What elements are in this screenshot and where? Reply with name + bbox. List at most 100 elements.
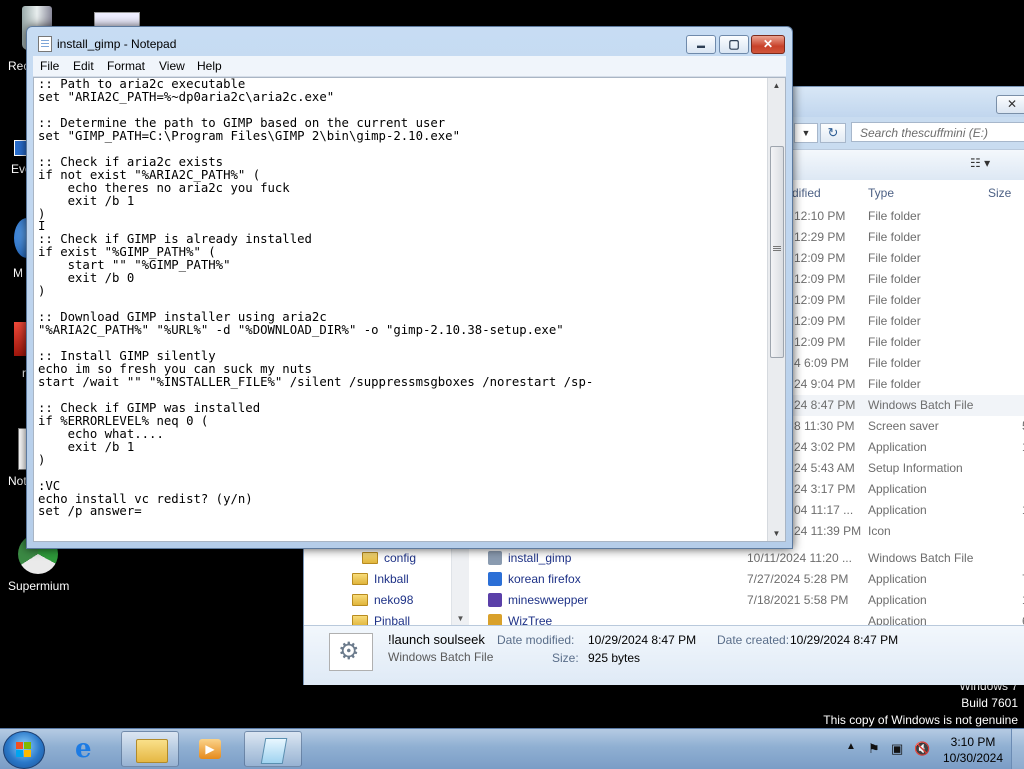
- file-date-modified: 4 6:09 PM: [794, 356, 849, 370]
- details-pane: ⚙ !launch soulseek Windows Batch File Da…: [304, 625, 1024, 685]
- menu-view[interactable]: View: [159, 56, 185, 76]
- text-editor[interactable]: :: Path to aria2c executable set "ARIA2C…: [33, 77, 786, 542]
- nav-item-config[interactable]: config: [362, 548, 416, 568]
- nav-item-neko98[interactable]: neko98: [352, 590, 413, 610]
- show-desktop-button[interactable]: [1011, 729, 1024, 769]
- details-modified-value: 10/29/2024 8:47 PM: [588, 633, 697, 647]
- scroll-up-icon[interactable]: ▲: [768, 81, 785, 90]
- scroll-down-icon[interactable]: ▼: [768, 529, 785, 538]
- file-type: File folder: [868, 230, 921, 244]
- media-player-icon: ▶: [199, 739, 221, 759]
- notepad-window[interactable]: install_gimp - Notepad ▬ ▢ ✕ File Edit F…: [26, 26, 793, 549]
- menu-format[interactable]: Format: [107, 56, 145, 76]
- file-date-modified: 7/18/2021 5:58 PM: [747, 593, 849, 607]
- taskbar: e ▶ ▲ ⚑ ▣ 🔇 3:10 PM 10/30/2024: [0, 728, 1024, 769]
- file-type: File folder: [868, 272, 921, 286]
- file-name: korean firefox: [488, 569, 581, 590]
- column-header-type[interactable]: Type: [868, 180, 894, 206]
- network-icon[interactable]: ▣: [891, 741, 903, 757]
- windows-watermark-build: Build 7601: [961, 696, 1018, 710]
- desktop-icon-label: Supermium: [8, 579, 70, 593]
- file-type: Application: [868, 482, 927, 496]
- start-button[interactable]: [3, 731, 45, 769]
- system-clock[interactable]: 3:10 PM 10/30/2024: [938, 734, 1008, 766]
- file-row[interactable]: install_gimp 10/11/2024 11:20 ... Windows …: [470, 548, 1024, 569]
- explorer-close-button[interactable]: ✕: [996, 95, 1024, 114]
- refresh-button[interactable]: ↻: [820, 123, 846, 143]
- details-file-type: Windows Batch File: [388, 650, 494, 664]
- editor-text[interactable]: :: Path to aria2c executable set "ARIA2C…: [38, 78, 593, 518]
- view-options-icon: ☷ ▾: [970, 156, 991, 170]
- window-title: install_gimp - Notepad: [57, 37, 177, 51]
- file-type: Screen saver: [868, 419, 939, 433]
- file-type: Application: [868, 593, 927, 607]
- address-history-dropdown[interactable]: ▼: [794, 123, 818, 143]
- taskbar-internet-explorer[interactable]: e: [60, 731, 118, 767]
- details-file-name: !launch soulseek: [388, 632, 485, 647]
- editor-vertical-scrollbar[interactable]: ▲ ▼: [767, 78, 785, 541]
- file-date-modified: 8 11:30 PM: [794, 419, 855, 433]
- file-type: File folder: [868, 377, 921, 391]
- menu-help[interactable]: Help: [197, 56, 222, 76]
- grip-icon: [773, 246, 781, 252]
- file-type: File folder: [868, 293, 921, 307]
- scroll-down-icon[interactable]: ▼: [452, 614, 469, 623]
- file-date-modified: 12:09 PM: [794, 251, 846, 265]
- scrollbar-thumb[interactable]: [770, 146, 784, 358]
- taskbar-notepad[interactable]: [244, 731, 302, 767]
- file-date-modified: 24 3:17 PM: [794, 482, 856, 496]
- file-type: File folder: [868, 251, 921, 265]
- folder-icon: [136, 739, 168, 763]
- action-center-flag-icon[interactable]: ⚑: [868, 741, 880, 757]
- details-modified-label: Date modified:: [497, 633, 575, 647]
- change-view-button[interactable]: ☷ ▾: [970, 156, 1014, 174]
- nav-item-inkball[interactable]: Inkball: [352, 569, 409, 589]
- batch-file-large-icon: ⚙: [329, 633, 373, 671]
- file-name: mineswwepper: [488, 590, 588, 611]
- file-date-modified: 24 8:47 PM: [794, 398, 856, 412]
- file-date-modified: 04 11:17 ...: [794, 503, 854, 517]
- file-row[interactable]: korean firefox 7/27/2024 5:28 PM Applicati…: [470, 569, 1024, 590]
- close-button[interactable]: ✕: [751, 35, 785, 54]
- column-header-size[interactable]: Size: [988, 180, 1011, 206]
- file-type: Windows Batch File: [868, 551, 974, 565]
- file-name: install_gimp: [488, 548, 571, 569]
- show-hidden-icons-icon[interactable]: ▲: [846, 741, 856, 752]
- file-date-modified: 12:09 PM: [794, 272, 846, 286]
- file-type: Application: [868, 440, 927, 454]
- menu-edit[interactable]: Edit: [73, 56, 94, 76]
- maximize-button[interactable]: ▢: [719, 35, 749, 54]
- notepad-icon: [38, 36, 52, 52]
- file-type: File folder: [868, 209, 921, 223]
- file-type: File folder: [868, 314, 921, 328]
- minimize-button[interactable]: ▬: [686, 35, 716, 54]
- windows-logo-icon: [16, 742, 32, 758]
- file-row[interactable]: mineswwepper 7/18/2021 5:58 PM Application…: [470, 590, 1024, 611]
- taskbar-media-player[interactable]: ▶: [182, 731, 240, 767]
- details-created-label: Date created:: [717, 633, 790, 647]
- file-date-modified: 24 11:39 PM: [794, 524, 862, 538]
- windows-watermark-genuine: This copy of Windows is not genuine: [823, 713, 1018, 727]
- search-input[interactable]: Search thescuffmini (E:): [851, 122, 1024, 142]
- clock-date: 10/30/2024: [942, 751, 1004, 765]
- gear-icon: ⚙: [338, 638, 360, 665]
- file-type: Application: [868, 503, 927, 517]
- file-date-modified: 10/11/2024 11:20 ...: [747, 551, 852, 565]
- volume-muted-icon[interactable]: 🔇: [914, 741, 930, 757]
- file-type: Windows Batch File: [868, 398, 974, 412]
- column-header-date-modified[interactable]: dified: [792, 180, 821, 206]
- details-size-value: 925 bytes: [588, 651, 641, 665]
- refresh-icon: ↻: [827, 125, 839, 140]
- menu-file[interactable]: File: [40, 56, 59, 76]
- internet-explorer-icon: e: [75, 734, 92, 764]
- file-type: Setup Information: [868, 461, 963, 475]
- taskbar-windows-explorer[interactable]: [121, 731, 179, 767]
- notepad-icon: [260, 738, 288, 764]
- file-type: Icon: [868, 524, 891, 538]
- details-created-value: 10/29/2024 8:47 PM: [790, 633, 899, 647]
- desktop-icon-label: Not: [8, 474, 27, 488]
- file-date-modified: 12:10 PM: [794, 209, 846, 223]
- file-type: File folder: [868, 356, 921, 370]
- folder-icon: [362, 551, 378, 564]
- file-date-modified: 12:09 PM: [794, 314, 846, 328]
